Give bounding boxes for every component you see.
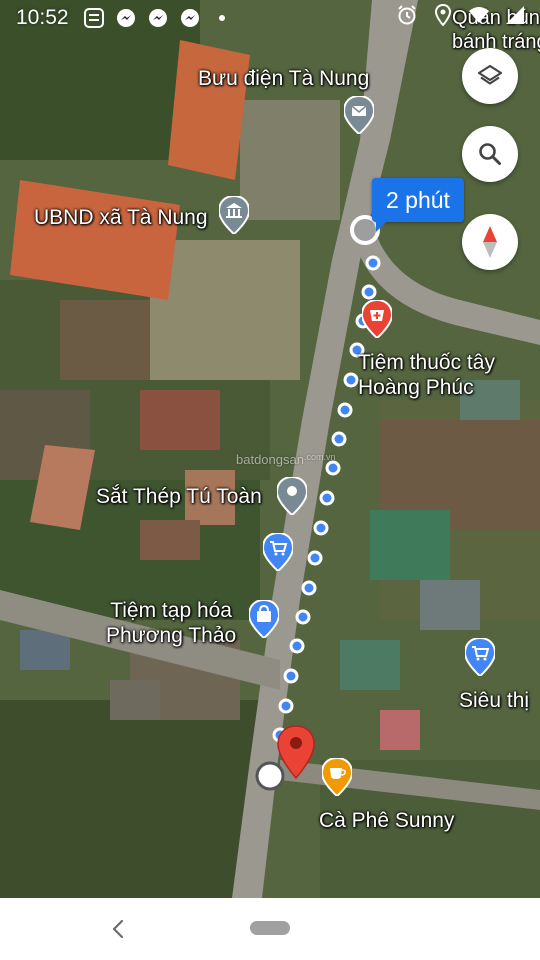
label-tiem-thuoc: Tiệm thuốc tây Hoàng Phúc xyxy=(358,351,495,399)
navigation-bar xyxy=(0,898,540,960)
bao-moi-icon xyxy=(83,7,105,29)
messenger-icon xyxy=(147,7,169,29)
satellite-imagery xyxy=(0,0,540,898)
supermarket-pin-icon[interactable] xyxy=(465,638,495,676)
compass-button[interactable] xyxy=(462,214,518,270)
label-tap-hoa: Tiệm tạp hóa Phương Thảo xyxy=(106,599,237,647)
search-icon xyxy=(479,143,501,165)
shopping-cart-pin-icon[interactable] xyxy=(263,533,293,571)
search-button[interactable] xyxy=(462,126,518,182)
government-building-pin-icon[interactable] xyxy=(219,196,249,234)
alarm-icon xyxy=(396,4,418,26)
pharmacy-pin-icon[interactable] xyxy=(362,300,392,338)
back-icon[interactable] xyxy=(108,918,128,940)
dot-icon xyxy=(211,7,233,29)
layers-icon xyxy=(477,64,503,85)
map-view[interactable]: 2 phút batdongsan.com.vn Bưu điện Tà Nun… xyxy=(0,0,540,898)
shopping-bag-pin-icon[interactable] xyxy=(249,600,279,638)
label-buu-dien: Bưu điện Tà Nung xyxy=(198,67,370,90)
label-ubnd: UBND xã Tà Nung xyxy=(34,206,208,229)
post-office-pin-icon[interactable] xyxy=(344,96,374,134)
signal-icon xyxy=(504,4,526,26)
home-pill[interactable] xyxy=(250,921,290,935)
label-sieu-thi: Siêu thị xyxy=(459,689,530,712)
status-bar: 10:52 xyxy=(0,0,540,36)
label-ca-phe: Cà Phê Sunny xyxy=(319,809,455,832)
messenger-icon xyxy=(179,7,201,29)
wifi-icon xyxy=(468,4,490,26)
compass-icon xyxy=(483,226,497,258)
messenger-icon xyxy=(115,7,137,29)
watermark: batdongsan.com.vn xyxy=(236,452,336,467)
place-pin-icon[interactable] xyxy=(277,477,307,515)
eta-callout[interactable]: 2 phút xyxy=(372,178,464,232)
status-time: 10:52 xyxy=(16,6,69,29)
destination-pin-icon[interactable] xyxy=(276,724,316,780)
label-sat-thep: Sắt Thép Tú Toàn xyxy=(96,485,262,508)
cafe-pin-icon[interactable] xyxy=(322,758,352,796)
layers-button[interactable] xyxy=(462,48,518,104)
location-icon xyxy=(432,4,454,26)
